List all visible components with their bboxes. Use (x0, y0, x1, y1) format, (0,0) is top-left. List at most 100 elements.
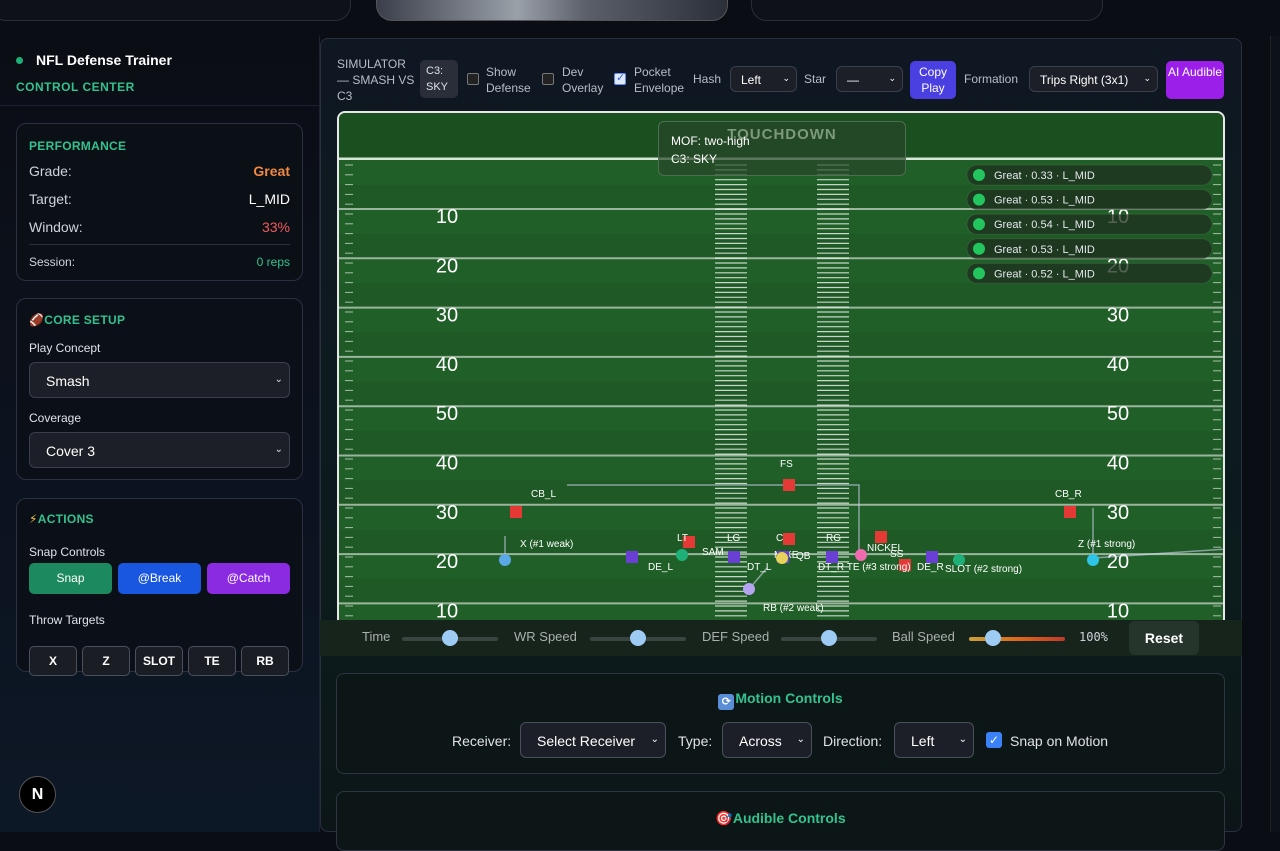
time-slider-thumb[interactable] (442, 630, 458, 646)
performance-heading: PERFORMANCE (29, 139, 127, 153)
coverage-label: Coverage (29, 411, 82, 425)
window-value: 33% (261, 219, 290, 235)
type-label: Type: (678, 733, 713, 749)
snap-button[interactable]: Snap (29, 563, 112, 594)
player-label: LT (677, 533, 688, 544)
player-label: DT_L (747, 562, 772, 573)
feed-entry: Great · 0.53 · L_MID (994, 195, 1095, 207)
feed-entry: Great · 0.54 · L_MID (994, 219, 1095, 231)
simulator-title: SIMULATOR — SMASH VS C3 (337, 57, 415, 103)
sidebar: NFL Defense Trainer CONTROL CENTER PERFO… (0, 36, 320, 832)
play-concept-select[interactable]: Smash ⌄ (29, 362, 290, 398)
target-value: L_MID (248, 191, 290, 207)
throw-target-te[interactable]: TE (188, 646, 236, 676)
throw-target-rb[interactable]: RB (241, 646, 289, 676)
star-select[interactable]: — ⌄ (836, 66, 903, 92)
throw-target-z[interactable]: Z (82, 646, 130, 676)
target-row: Target: L_MID (29, 191, 290, 207)
type-select[interactable]: Across ⌄ (722, 722, 812, 758)
right-panel-edge (1270, 36, 1280, 832)
player-mike (783, 533, 795, 545)
receiver-select[interactable]: Select Receiver ⌄ (520, 722, 666, 758)
chevron-down-icon: ⌄ (274, 374, 283, 385)
ball-speed-track[interactable] (969, 637, 1065, 641)
player-label: LG (727, 533, 741, 544)
top-tab-left[interactable] (0, 0, 351, 21)
player-qb (776, 552, 788, 564)
audible-controls-title: 🎯Audible Controls (715, 810, 846, 826)
session-row: Session: 0 reps (29, 255, 290, 269)
hash-label: Hash (693, 72, 722, 86)
speed-controls: Time WR Speed DEF Speed Ball Speed 100% … (320, 620, 1242, 656)
player-de-l (676, 549, 688, 561)
yard-number-left: 30 (436, 502, 458, 524)
direction-label: Direction: (823, 733, 883, 749)
yard-number-right: 30 (1107, 305, 1129, 327)
app-title: NFL Defense Trainer (36, 52, 172, 68)
formation-label: Formation (964, 72, 1019, 86)
card-divider (29, 244, 290, 245)
top-tab-right[interactable] (751, 0, 1103, 21)
coverage-info-box: TOUCHDOWN MOF: two-high C3: SKY (658, 121, 906, 176)
player-dt-l (743, 583, 755, 595)
coverage-select[interactable]: Cover 3 ⌄ (29, 432, 290, 468)
throw-target-x[interactable]: X (29, 646, 77, 676)
player-label: Z (#1 strong) (1078, 539, 1135, 550)
football-icon: 🏈 (29, 313, 45, 327)
chevron-down-icon: ⌄ (1143, 73, 1151, 83)
show-defense-checkbox[interactable] (467, 73, 479, 85)
play-concept-label: Play Concept (29, 341, 101, 355)
chevron-down-icon: ⌄ (650, 734, 659, 745)
coverage-badge: C3: SKY (420, 60, 458, 98)
pocket-envelope-checkbox[interactable] (614, 71, 626, 85)
chevron-down-icon: ⌄ (888, 73, 896, 83)
n-logo[interactable]: N (19, 776, 56, 813)
star-label: Star (804, 72, 827, 86)
formation-select[interactable]: Trips Right (3x1) ⌄ (1029, 66, 1158, 92)
player-label: SLOT (#2 strong) (945, 564, 1022, 575)
sidebar-divider (0, 105, 319, 106)
yard-number-right: 10 (1107, 600, 1129, 621)
yard-number-right: 40 (1107, 354, 1129, 376)
session-value: 0 reps (256, 255, 290, 269)
player-lt (626, 551, 638, 563)
core-setup-card: 🏈CORE SETUP Play Concept Smash ⌄ Coverage… (16, 298, 303, 480)
catch-button[interactable]: @Catch (207, 563, 290, 594)
ai-audible-button[interactable]: AI Audible (1166, 61, 1224, 99)
field-canvas: 101020203030404050504040303020201010Grea… (339, 113, 1223, 621)
player-nickel (875, 531, 887, 543)
core-setup-heading: 🏈CORE SETUP (29, 313, 126, 327)
dev-overlay-label: Dev Overlay (562, 65, 604, 95)
feed-status-dot (973, 218, 985, 231)
receiver-label: Receiver: (452, 733, 512, 749)
throw-targets-label: Throw Targets (29, 613, 105, 627)
ball-speed-thumb[interactable] (985, 630, 1001, 646)
yard-number-right: 40 (1107, 453, 1129, 475)
target-label: Target: (29, 191, 72, 207)
top-bar (0, 0, 1280, 36)
direction-select[interactable]: Left ⌄ (894, 722, 974, 758)
def-speed-thumb[interactable] (821, 630, 837, 646)
performance-card: PERFORMANCE Grade: Great Target: L_MID Win… (16, 123, 303, 281)
break-button[interactable]: @Break (118, 563, 201, 594)
actions-card: ⚡ACTIONS Snap Controls Snap @Break @Catc… (16, 498, 303, 676)
hash-select[interactable]: Left ⌄ (730, 66, 797, 92)
player-label: X (#1 weak) (520, 539, 573, 550)
player-label: SAM (702, 547, 724, 558)
yard-number-right: 20 (1107, 551, 1129, 573)
football-field[interactable]: 101020203030404050504040303020201010Grea… (337, 111, 1225, 621)
snap-on-motion-checkbox[interactable]: ✓ (986, 732, 1002, 748)
player-label: QB (796, 551, 811, 562)
player-label: C (776, 533, 783, 544)
top-tab-center[interactable] (376, 0, 728, 21)
yard-number-right: 50 (1107, 403, 1129, 425)
dev-overlay-checkbox[interactable] (542, 73, 554, 85)
actions-heading: ⚡ACTIONS (29, 512, 94, 526)
feed-entry: Great · 0.53 · L_MID (994, 244, 1095, 256)
wr-speed-thumb[interactable] (630, 630, 646, 646)
throw-target-slot[interactable]: SLOT (135, 646, 183, 676)
copy-play-button[interactable]: Copy Play (910, 61, 956, 99)
refresh-icon: ⟳ (718, 694, 735, 710)
player-label: DE_L (648, 562, 673, 573)
reset-button[interactable]: Reset (1129, 621, 1199, 655)
